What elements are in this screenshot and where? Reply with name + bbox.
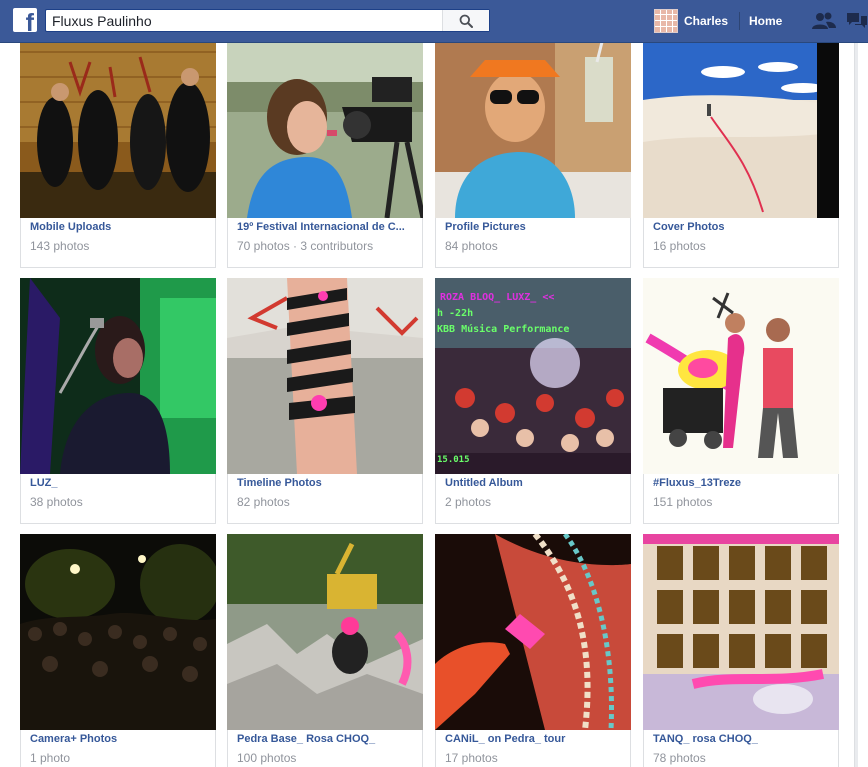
album-card[interactable]: TANQ_ rosa CHOQ_ 78 photos: [643, 534, 839, 767]
album-card[interactable]: Profile Pictures 84 photos: [435, 43, 631, 268]
album-cover: [20, 534, 216, 730]
album-cover: [643, 534, 839, 730]
album-title[interactable]: Cover Photos: [653, 221, 829, 233]
album-card[interactable]: #Fluxus_13Treze 151 photos: [643, 278, 839, 524]
cover-caption-3: KBB Música Performance: [437, 323, 569, 335]
album-card[interactable]: Timeline Photos 82 photos: [227, 278, 423, 524]
album-card[interactable]: ROZA BLOQ_ LUXZ_ << h -22h KBB Música Pe…: [435, 278, 631, 524]
album-title[interactable]: Untitled Album: [445, 477, 621, 489]
album-card[interactable]: CANiL_ on Pedra_ tour 17 photos: [435, 534, 631, 767]
album-count: 82 photos: [237, 495, 290, 509]
album-cover-image: ROZA BLOQ_ LUXZ_ << h -22h KBB Música Pe…: [435, 278, 631, 474]
album-title[interactable]: TANQ_ rosa CHOQ_: [653, 733, 829, 745]
album-cover: [435, 43, 631, 218]
album-card[interactable]: Pedra Base_ Rosa CHOQ_ 100 photos: [227, 534, 423, 767]
album-card[interactable]: Mobile Uploads 143 photos: [20, 43, 216, 268]
album-cover: [435, 534, 631, 730]
album-title[interactable]: Camera+ Photos: [30, 733, 206, 745]
album-cover: [20, 43, 216, 218]
panel-border: [854, 43, 855, 767]
search-box: [45, 9, 490, 32]
album-cover-image: [643, 534, 839, 730]
album-count: 2 photos: [445, 495, 492, 509]
top-bar: f Charles Home: [0, 0, 868, 43]
nav-divider: [739, 12, 740, 30]
album-count: 78 photos: [653, 751, 706, 765]
album-count: 1 photo: [30, 751, 71, 765]
album-title[interactable]: Timeline Photos: [237, 477, 413, 489]
album-cover: [227, 43, 423, 218]
home-link[interactable]: Home: [749, 9, 782, 33]
album-cover-image: [643, 278, 839, 474]
logo-letter: f: [25, 9, 34, 33]
messages-icon[interactable]: [846, 11, 868, 31]
avatar: [654, 9, 678, 33]
album-count: 38 photos: [30, 495, 83, 509]
album-card[interactable]: 19º Festival Internacional de C... 70 ph…: [227, 43, 423, 268]
album-cover: [20, 278, 216, 474]
profile-link[interactable]: Charles: [654, 9, 728, 33]
albums-panel: Mobile Uploads 143 photos 19º Festival I…: [0, 43, 855, 767]
album-cover-image: [643, 43, 839, 218]
album-title[interactable]: Mobile Uploads: [30, 221, 206, 233]
album-title[interactable]: Pedra Base_ Rosa CHOQ_: [237, 733, 413, 745]
album-cover-image: [227, 534, 423, 730]
cover-caption-2: h -22h: [437, 308, 473, 319]
album-card[interactable]: Cover Photos 16 photos: [643, 43, 839, 268]
right-sidebar: [858, 43, 868, 767]
album-title[interactable]: 19º Festival Internacional de C...: [237, 221, 413, 233]
album-cover-image: [435, 43, 631, 218]
album-cover-image: [20, 534, 216, 730]
profile-name: Charles: [684, 14, 729, 28]
album-cover-image: [227, 43, 423, 218]
cover-caption-1: ROZA BLOQ_ LUXZ_ <<: [440, 292, 554, 303]
album-title[interactable]: #Fluxus_13Treze: [653, 477, 829, 489]
album-cover: ROZA BLOQ_ LUXZ_ << h -22h KBB Música Pe…: [435, 278, 631, 474]
album-cover-image: [227, 278, 423, 474]
content-area: Mobile Uploads 143 photos 19º Festival I…: [0, 43, 868, 767]
album-cover: [227, 534, 423, 730]
album-count: 151 photos: [653, 495, 713, 509]
album-cover: [643, 278, 839, 474]
cover-caption-4: 15.015: [437, 455, 470, 465]
album-title[interactable]: LUZ_: [30, 477, 206, 489]
album-count: 70 photos · 3 contributors: [237, 239, 374, 253]
album-count: 100 photos: [237, 751, 297, 765]
album-title[interactable]: Profile Pictures: [445, 221, 621, 233]
album-count: 143 photos: [30, 239, 90, 253]
album-card[interactable]: Camera+ Photos 1 photo: [20, 534, 216, 767]
album-cover-image: [20, 278, 216, 474]
album-cover: [227, 278, 423, 474]
album-cover-image: [435, 534, 631, 730]
search-input[interactable]: [46, 10, 442, 31]
album-count: 84 photos: [445, 239, 498, 253]
album-title[interactable]: CANiL_ on Pedra_ tour: [445, 733, 621, 745]
album-count: 16 photos: [653, 239, 706, 253]
album-card[interactable]: LUZ_ 38 photos: [20, 278, 216, 524]
album-cover-image: [20, 43, 216, 218]
friend-requests-icon[interactable]: [812, 11, 836, 31]
facebook-logo-icon[interactable]: f: [13, 8, 37, 32]
search-icon: [459, 14, 473, 28]
album-cover: [643, 43, 839, 218]
album-count: 17 photos: [445, 751, 498, 765]
search-button[interactable]: [442, 10, 489, 31]
